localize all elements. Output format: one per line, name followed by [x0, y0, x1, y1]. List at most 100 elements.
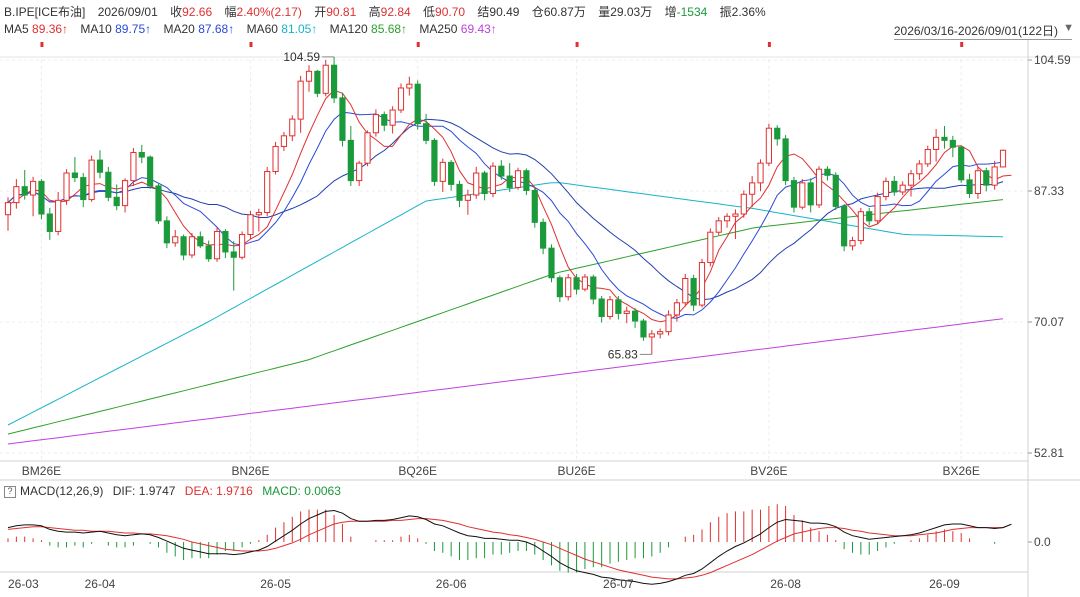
- macd-tick-label: 0.0: [1034, 535, 1051, 549]
- candle-body: [924, 148, 931, 165]
- candle-body: [322, 64, 329, 94]
- candle-body: [983, 170, 990, 186]
- ma-lines: [7, 89, 1012, 445]
- help-icon[interactable]: ?: [4, 485, 16, 498]
- candle-body: [606, 299, 614, 317]
- roll-marker: [416, 42, 420, 47]
- candle-body: [790, 180, 798, 208]
- ma120-line: [7, 199, 1004, 435]
- dif-value: 1.9747: [138, 484, 176, 498]
- candle-body: [732, 213, 739, 217]
- candle-body: [264, 170, 271, 213]
- candle-body: [841, 205, 848, 247]
- candle-body: [916, 163, 923, 175]
- candle-body: [991, 166, 998, 186]
- month-label: 26-03: [8, 577, 39, 591]
- candle-body: [941, 136, 948, 141]
- macd-label: MACD:: [262, 484, 301, 498]
- ma250-line: [7, 318, 1004, 445]
- candle-body: [21, 186, 28, 196]
- candle-body: [431, 139, 438, 182]
- candle-body: [598, 298, 605, 317]
- candle-body: [473, 172, 480, 196]
- candle-body: [397, 87, 405, 111]
- macd-name[interactable]: MACD(12,26,9): [20, 484, 103, 498]
- candle-body: [548, 247, 555, 279]
- candle-body: [749, 182, 756, 195]
- dea-label: DEA:: [184, 484, 213, 498]
- candle-body: [339, 97, 346, 141]
- max-annotation: 104.59: [283, 50, 320, 64]
- candle-body: [197, 236, 204, 247]
- candle-body: [213, 230, 221, 260]
- candle-body: [448, 161, 455, 185]
- candle-body: [4, 202, 12, 216]
- candle-body: [105, 171, 112, 198]
- candle-body: [531, 189, 538, 223]
- contract-label: BN26E: [231, 464, 269, 478]
- candle-body: [740, 193, 747, 215]
- candle-body: [88, 159, 95, 201]
- candle-body: [155, 185, 162, 222]
- candle-body: [849, 240, 856, 247]
- candle-body: [180, 236, 187, 256]
- candle-body: [807, 182, 814, 206]
- candle-body: [55, 199, 62, 232]
- dea-value: 1.9716: [216, 484, 253, 498]
- macd-value: 0.0063: [304, 484, 341, 498]
- grid-lines: BM26E BN26E BQ26E BU26E BV26E BX26E: [0, 40, 1080, 597]
- candle-body: [314, 70, 321, 94]
- candle-body: [489, 165, 497, 195]
- candle-body: [573, 277, 580, 290]
- candle-body: [623, 310, 630, 314]
- candle-body: [80, 177, 87, 201]
- candle-body: [381, 114, 388, 126]
- candle-body: [640, 320, 647, 338]
- candle-body: [966, 179, 973, 195]
- min-annotation: 65.83: [608, 347, 638, 361]
- price-tick-label: 52.81: [1034, 446, 1064, 460]
- candle-body: [882, 180, 890, 198]
- candle-body: [824, 168, 831, 176]
- candle-body: [364, 132, 371, 164]
- contract-label: BV26E: [750, 464, 787, 478]
- candle-body: [899, 184, 906, 193]
- macd-panel: 0.0 26-03 26-04 26-05 26-06 26-07 26-08 26-09: [7, 504, 1051, 591]
- candle-body: [13, 186, 20, 204]
- roll-marker: [767, 42, 771, 47]
- candle-body: [506, 175, 513, 188]
- candle-body: [540, 221, 547, 249]
- chart-canvas[interactable]: BM26E BN26E BQ26E BU26E BV26E BX26E 104.59 65.…: [0, 0, 1080, 597]
- price-axis: 104.59 87.33 70.07 52.81: [1028, 53, 1071, 460]
- candle-body: [464, 194, 471, 201]
- candle-body: [297, 80, 304, 120]
- roll-marker: [960, 42, 964, 47]
- candle-body: [147, 156, 154, 187]
- candle-body: [698, 262, 706, 306]
- candle-body: [815, 168, 823, 206]
- contract-label: BM26E: [22, 464, 61, 478]
- candle-body: [565, 277, 572, 298]
- candle-body: [690, 278, 697, 306]
- candle-body: [632, 310, 639, 322]
- candle-body: [907, 173, 915, 186]
- month-label: 26-04: [85, 577, 116, 591]
- candle-body: [205, 245, 212, 260]
- candle-body: [138, 152, 145, 158]
- candle-body: [255, 211, 262, 216]
- candle-body: [406, 83, 413, 89]
- candle-body: [832, 174, 839, 207]
- candle-body: [958, 146, 965, 181]
- month-label: 26-08: [770, 577, 801, 591]
- candle-body: [648, 333, 655, 338]
- candle-body: [866, 211, 873, 222]
- candle-body: [723, 215, 731, 222]
- candle-body: [96, 159, 104, 173]
- candle-body: [799, 182, 806, 208]
- candle-body: [523, 170, 530, 191]
- roll-marker: [249, 42, 253, 47]
- candle-body: [590, 276, 597, 300]
- candle-body: [38, 180, 45, 215]
- candle-body: [857, 211, 864, 242]
- candle-body: [247, 214, 254, 235]
